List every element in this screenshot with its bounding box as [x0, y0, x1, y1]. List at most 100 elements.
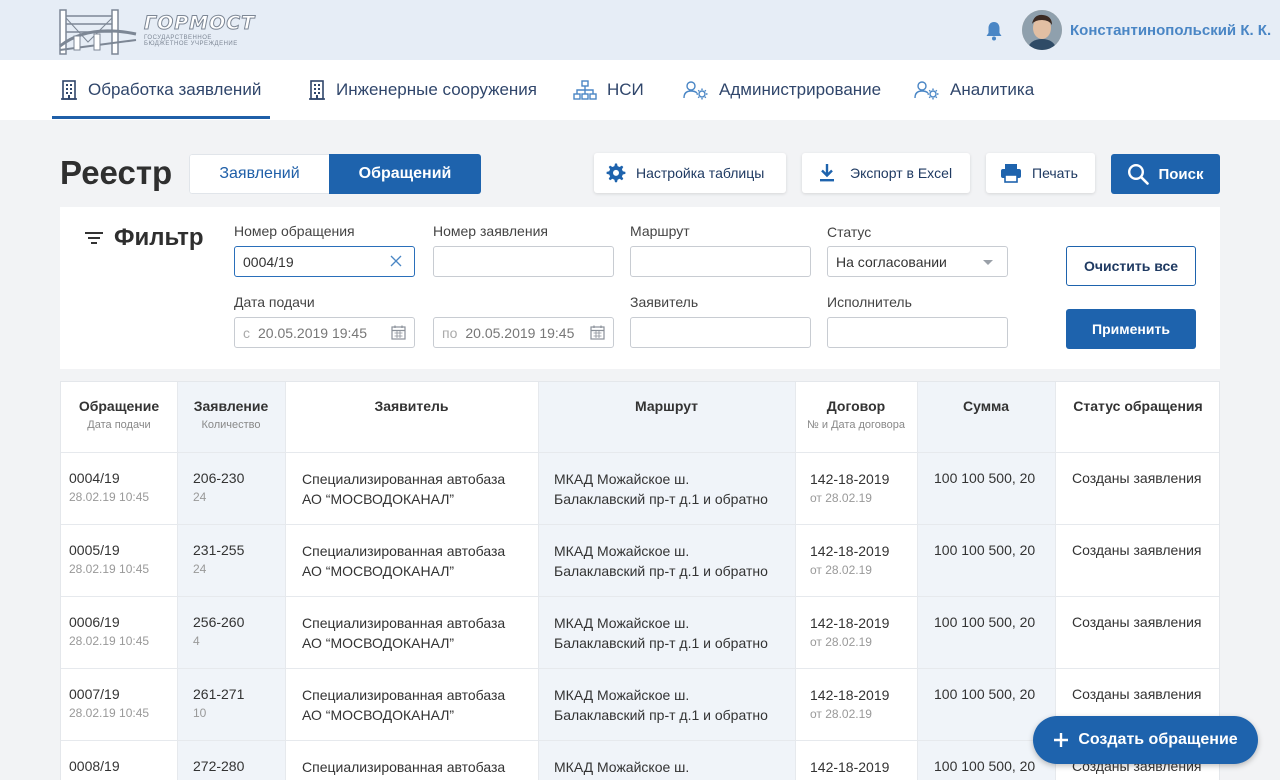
- contract-number: 142-18-2019: [810, 615, 890, 631]
- applicant-line1: Специализированная автобаза: [302, 759, 506, 775]
- cell-request[interactable]: 0007/19 28.02.19 10:45: [69, 684, 149, 722]
- logo-text: ГОРМОСТ: [143, 12, 256, 35]
- header-status[interactable]: Статус обращения: [1055, 398, 1219, 414]
- clear-all-button[interactable]: Очистить все: [1066, 246, 1196, 286]
- tab-requests[interactable]: Обращений: [329, 154, 481, 194]
- column-divider: [917, 382, 918, 780]
- application-count: 4: [193, 634, 200, 648]
- cell-sum: 100 100 500, 20: [934, 470, 1036, 486]
- table-settings-button[interactable]: Настройка таблицы: [594, 153, 786, 193]
- header-subtitle: № и Дата договора: [807, 419, 905, 431]
- header-title: Заявитель: [374, 398, 449, 414]
- route-input[interactable]: [630, 246, 811, 277]
- nav-item-engineering-structures[interactable]: Инженерные сооружения: [308, 60, 537, 120]
- cell-sum: 100 100 500, 20: [934, 758, 1036, 774]
- bell-icon[interactable]: [985, 21, 1003, 41]
- search-button[interactable]: Поиск: [1111, 154, 1220, 194]
- nav-label: НСИ: [607, 80, 644, 99]
- column-shade: [917, 382, 1055, 780]
- route-line2: Балаклавский пр-т д.1 и обратно: [554, 491, 768, 507]
- export-excel-button[interactable]: Экспорт в Excel: [802, 153, 970, 193]
- cell-request[interactable]: 0004/19 28.02.19 10:45: [69, 468, 149, 506]
- avatar[interactable]: [1022, 10, 1062, 50]
- nav-item-analytics[interactable]: Аналитика: [914, 60, 1034, 120]
- search-icon: [1128, 163, 1150, 185]
- create-request-button[interactable]: Создать обращение: [1033, 716, 1258, 764]
- apply-button[interactable]: Применить: [1066, 309, 1196, 349]
- table-settings-label: Настройка таблицы: [636, 165, 765, 181]
- header-applicant[interactable]: Заявитель: [285, 398, 538, 414]
- header-application[interactable]: Заявление Количество: [177, 398, 285, 431]
- header-title: Заявление: [193, 398, 269, 414]
- date-to-prefix: по: [442, 324, 458, 341]
- registry-type-switch: Заявлений Обращений: [189, 154, 481, 194]
- application-range: 256-260: [193, 614, 245, 630]
- date-from-input[interactable]: с 20.05.2019 19:45: [234, 317, 415, 348]
- header-title: Сумма: [962, 398, 1010, 414]
- header-contract[interactable]: Договор № и Дата договора: [795, 398, 917, 431]
- route-line2: Балаклавский пр-т д.1 и обратно: [554, 707, 768, 723]
- status-label: Статус: [827, 224, 872, 240]
- filter-title-text: Фильтр: [114, 224, 204, 251]
- date-from-prefix: с: [243, 324, 250, 341]
- request-date: 28.02.19 10:45: [69, 562, 150, 576]
- cell-application: 272-280: [193, 756, 244, 776]
- header-title: Маршрут: [634, 398, 699, 414]
- request-number-input[interactable]: 0004/19: [234, 246, 415, 277]
- create-request-label: Создать обращение: [1078, 731, 1238, 748]
- status-value: На согласовании: [836, 253, 947, 270]
- username[interactable]: Константинопольский К. К.: [1070, 22, 1271, 39]
- logo[interactable]: ГОРМОСТ ГОСУДАРСТВЕННОЕ БЮДЖЕТНОЕ УЧРЕЖД…: [58, 4, 255, 56]
- nav-item-nsi[interactable]: НСИ: [573, 60, 644, 120]
- plus-icon: [1054, 733, 1069, 747]
- cell-status: Созданы заявления: [1072, 470, 1202, 486]
- tab-applications[interactable]: Заявлений: [189, 154, 329, 194]
- cell-contract: 142-18-2019 от 28.02.19: [810, 613, 889, 651]
- header-request[interactable]: Обращение Дата подачи: [61, 398, 177, 431]
- users-gear-icon: [683, 81, 708, 100]
- calendar-icon[interactable]: [391, 325, 406, 340]
- row-divider: [61, 596, 1219, 597]
- nav-item-requests-processing[interactable]: Обработка заявлений: [52, 60, 271, 120]
- printer-icon: [1001, 164, 1021, 183]
- column-divider: [285, 382, 286, 780]
- nav-label: Обработка заявлений: [88, 80, 262, 99]
- route-line1: МКАД Можайское ш.: [554, 543, 690, 559]
- cell-status: Созданы заявления: [1072, 542, 1202, 558]
- contract-number: 142-18-2019: [810, 471, 890, 487]
- header-route[interactable]: Маршрут: [538, 398, 795, 414]
- contract-number: 142-18-2019: [810, 543, 890, 559]
- cell-request[interactable]: 0008/19: [69, 756, 120, 776]
- request-date: 28.02.19 10:45: [69, 490, 150, 504]
- submit-date-label: Дата подачи: [234, 294, 315, 310]
- cell-request[interactable]: 0006/19 28.02.19 10:45: [69, 612, 149, 650]
- cell-request[interactable]: 0005/19 28.02.19 10:45: [69, 540, 149, 578]
- application-number-input[interactable]: [433, 246, 614, 277]
- application-range: 261-271: [193, 686, 245, 702]
- applicant-line2: АО “МОСВОДОКАНАЛ”: [302, 707, 455, 723]
- export-excel-label: Экспорт в Excel: [850, 165, 953, 181]
- main-nav: Обработка заявлений Инженерные сооружени…: [0, 60, 1280, 120]
- date-to-input[interactable]: по 20.05.2019 19:45: [433, 317, 614, 348]
- print-button[interactable]: Печать: [986, 153, 1095, 193]
- calendar-icon[interactable]: [590, 325, 605, 340]
- cell-applicant: Специализированная автобаза АО “МОСВОДОКА…: [302, 685, 505, 725]
- close-icon[interactable]: [390, 255, 402, 267]
- applicant-line1: Специализированная автобаза: [302, 615, 506, 631]
- nav-item-administration[interactable]: Администрирование: [683, 60, 881, 120]
- building-icon: [309, 80, 325, 100]
- applicant-line2: АО “МОСВОДОКАНАЛ”: [302, 635, 455, 651]
- applicant-input[interactable]: [630, 317, 811, 348]
- cell-route: МКАД Можайское ш. Балаклавский пр-т д.1 и…: [554, 469, 768, 509]
- contract-number: 142-18-2019: [810, 759, 890, 775]
- building-icon: [61, 80, 77, 100]
- top-header: ГОРМОСТ ГОСУДАРСТВЕННОЕ БЮДЖЕТНОЕ УЧРЕЖД…: [0, 0, 1280, 60]
- nav-label: Администрирование: [719, 80, 882, 99]
- cell-contract: 142-18-2019 от 28.02.19: [810, 469, 889, 507]
- executor-input[interactable]: [827, 317, 1008, 348]
- header-subtitle: Количество: [201, 419, 261, 431]
- header-sum[interactable]: Сумма: [917, 398, 1055, 414]
- nav-label: Инженерные сооружения: [336, 80, 537, 99]
- status-select[interactable]: На согласовании: [827, 246, 1008, 277]
- cell-contract: 142-18-2019 от 28.02.19: [810, 685, 889, 723]
